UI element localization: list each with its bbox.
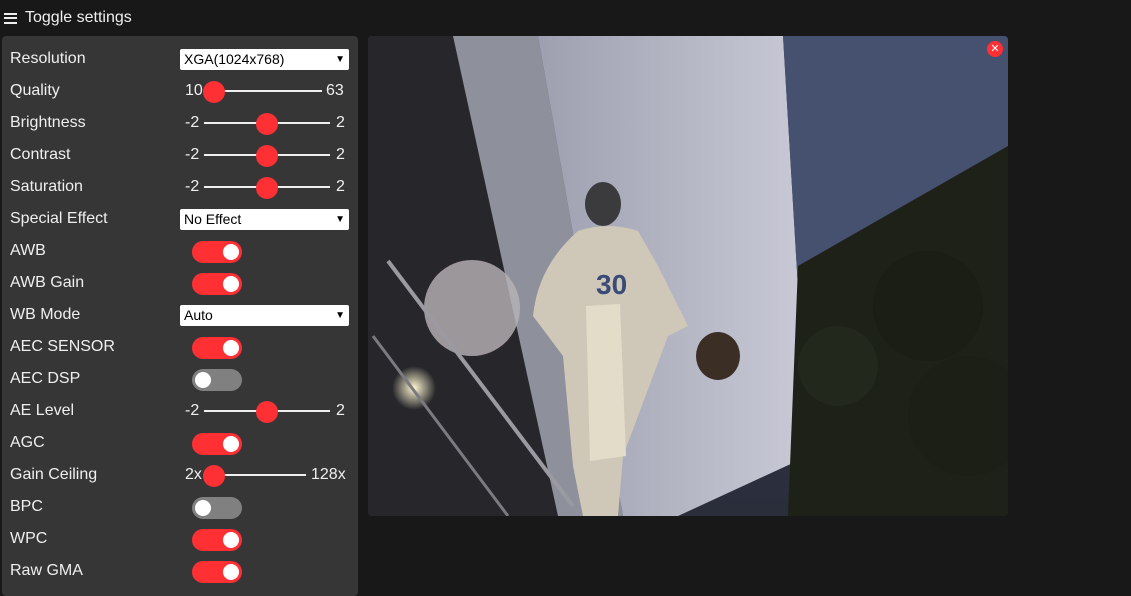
wpc-row: WPC — [10, 523, 350, 555]
ae-level-label: AE Level — [10, 402, 75, 419]
quality-min: 10 — [185, 82, 203, 99]
awb-gain-toggle[interactable] — [192, 273, 242, 295]
agc-row: AGC — [10, 427, 350, 459]
awb-row: AWB — [10, 235, 350, 267]
toggle-settings-label[interactable]: Toggle settings — [25, 9, 132, 27]
saturation-row: Saturation -2 2 — [10, 171, 350, 203]
saturation-label: Saturation — [10, 178, 83, 195]
raw-gma-row: Raw GMA — [10, 555, 350, 587]
special-effect-select[interactable]: No Effect ▼ — [180, 209, 349, 230]
saturation-slider-thumb[interactable] — [256, 177, 278, 199]
quality-row: Quality 10 63 — [10, 75, 350, 107]
quality-slider[interactable] — [214, 90, 322, 92]
close-icon: ✕ — [990, 43, 1000, 55]
toggle-knob — [223, 276, 239, 292]
special-effect-row: Special Effect No Effect ▼ — [10, 203, 350, 235]
gain-ceiling-label: Gain Ceiling — [10, 466, 98, 483]
resolution-row: Resolution XGA(1024x768) ▼ — [10, 43, 350, 75]
aec-dsp-row: AEC DSP — [10, 363, 350, 395]
saturation-min: -2 — [185, 178, 200, 195]
ae-level-min: -2 — [185, 402, 200, 419]
aec-sensor-row: AEC SENSOR — [10, 331, 350, 363]
contrast-slider-thumb[interactable] — [256, 145, 278, 167]
gain-ceiling-max: 128x — [311, 466, 346, 483]
stream-image: 30 — [368, 36, 1008, 516]
wb-mode-select[interactable]: Auto ▼ — [180, 305, 349, 326]
contrast-row: Contrast -2 2 — [10, 139, 350, 171]
toggle-settings[interactable]: Toggle settings — [4, 8, 132, 28]
dropdown-arrow-icon: ▼ — [335, 214, 345, 225]
toggle-knob — [195, 372, 211, 388]
special-effect-label: Special Effect — [10, 210, 108, 227]
contrast-max: 2 — [336, 146, 345, 163]
ae-level-slider-thumb[interactable] — [256, 401, 278, 423]
toggle-knob — [223, 436, 239, 452]
brightness-min: -2 — [185, 114, 200, 131]
gain-ceiling-slider[interactable] — [214, 474, 306, 476]
gain-ceiling-row: Gain Ceiling 2x 128x — [10, 459, 350, 491]
aec-dsp-label: AEC DSP — [10, 370, 81, 387]
raw-gma-label: Raw GMA — [10, 562, 83, 579]
camera-stream: 30 — [368, 36, 1008, 516]
resolution-value: XGA(1024x768) — [184, 51, 285, 67]
hamburger-icon[interactable] — [4, 12, 17, 24]
bpc-toggle[interactable] — [192, 497, 242, 519]
brightness-max: 2 — [336, 114, 345, 131]
bpc-label: BPC — [10, 498, 43, 515]
aec-sensor-label: AEC SENSOR — [10, 338, 115, 355]
wpc-toggle[interactable] — [192, 529, 242, 551]
quality-max: 63 — [326, 82, 344, 99]
agc-label: AGC — [10, 434, 45, 451]
resolution-label: Resolution — [10, 50, 86, 67]
awb-gain-row: AWB Gain — [10, 267, 350, 299]
resolution-select[interactable]: XGA(1024x768) ▼ — [180, 49, 349, 70]
gain-ceiling-slider-thumb[interactable] — [203, 465, 225, 487]
awb-toggle[interactable] — [192, 241, 242, 263]
wb-mode-row: WB Mode Auto ▼ — [10, 299, 350, 331]
toggle-knob — [223, 564, 239, 580]
toggle-knob — [223, 244, 239, 260]
jersey-number: 30 — [596, 269, 627, 300]
awb-label: AWB — [10, 242, 46, 259]
contrast-label: Contrast — [10, 146, 71, 163]
gain-ceiling-min: 2x — [185, 466, 202, 483]
brightness-row: Brightness -2 2 — [10, 107, 350, 139]
dropdown-arrow-icon: ▼ — [335, 54, 345, 65]
saturation-max: 2 — [336, 178, 345, 195]
special-effect-value: No Effect — [184, 211, 242, 227]
brightness-label: Brightness — [10, 114, 86, 131]
toggle-knob — [195, 500, 211, 516]
agc-toggle[interactable] — [192, 433, 242, 455]
wpc-label: WPC — [10, 530, 48, 547]
quality-slider-thumb[interactable] — [203, 81, 225, 103]
awb-gain-label: AWB Gain — [10, 274, 85, 291]
quality-label: Quality — [10, 82, 60, 99]
wb-mode-value: Auto — [184, 307, 213, 323]
contrast-min: -2 — [185, 146, 200, 163]
bpc-row: BPC — [10, 491, 350, 523]
ae-level-row: AE Level -2 2 — [10, 395, 350, 427]
close-stream-button[interactable]: ✕ — [987, 41, 1003, 57]
settings-panel: Resolution XGA(1024x768) ▼ Quality 10 63… — [2, 36, 358, 596]
toggle-knob — [223, 532, 239, 548]
ae-level-max: 2 — [336, 402, 345, 419]
toggle-knob — [223, 340, 239, 356]
aec-sensor-toggle[interactable] — [192, 337, 242, 359]
aec-dsp-toggle[interactable] — [192, 369, 242, 391]
brightness-slider-thumb[interactable] — [256, 113, 278, 135]
raw-gma-toggle[interactable] — [192, 561, 242, 583]
wb-mode-label: WB Mode — [10, 306, 81, 323]
dropdown-arrow-icon: ▼ — [335, 310, 345, 321]
